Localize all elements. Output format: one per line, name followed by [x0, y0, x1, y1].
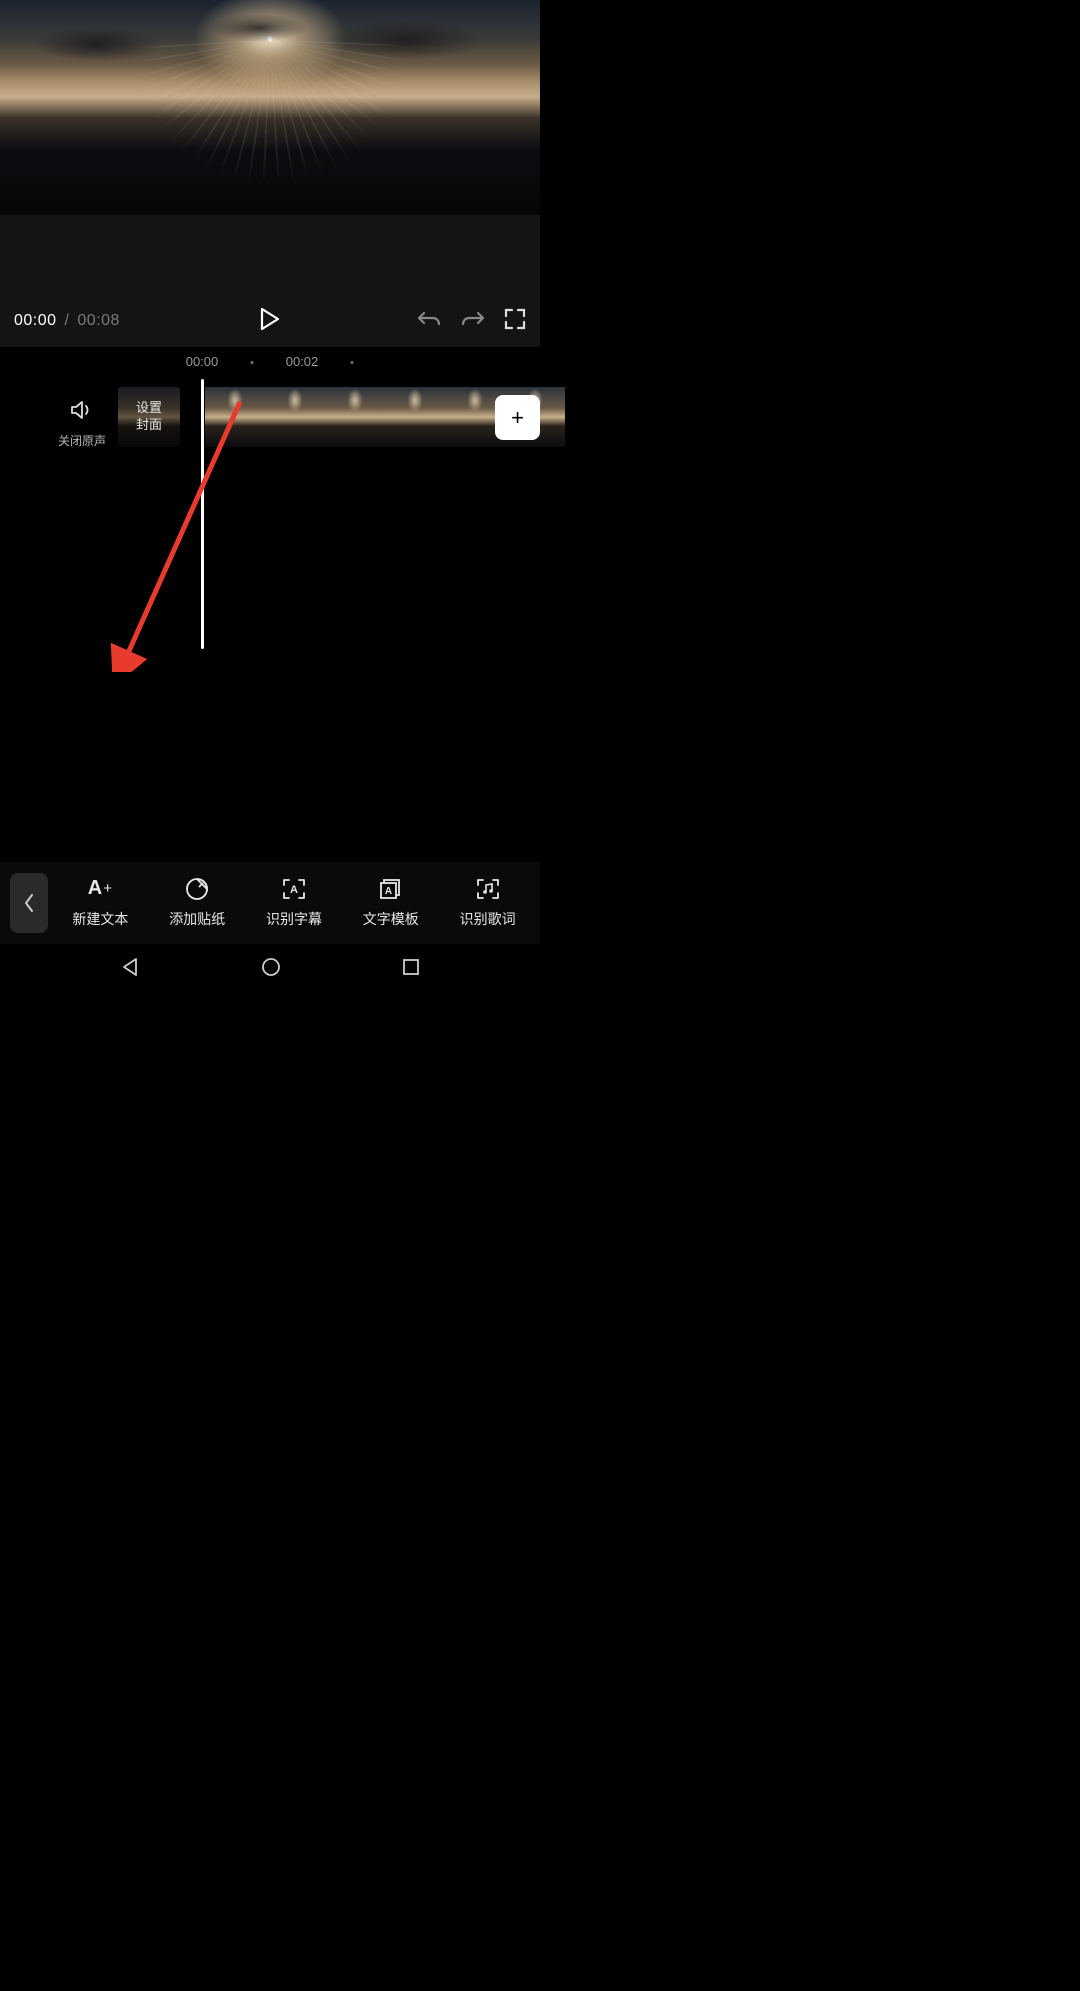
redo-icon [460, 309, 486, 329]
video-clip-track[interactable] [205, 387, 540, 447]
clip-frame [265, 387, 325, 447]
time-separator: / [65, 312, 70, 329]
recognize-lyrics-icon [475, 877, 501, 901]
chevron-left-icon [23, 893, 35, 913]
recognize-lyrics-button[interactable]: 识别歌词 [460, 877, 516, 929]
recognize-subtitle-button[interactable]: A 识别字幕 [266, 877, 322, 929]
add-clip-button[interactable]: + [495, 395, 540, 440]
video-preview[interactable] [0, 0, 540, 215]
current-time: 00:00 [14, 312, 57, 329]
timeline[interactable]: 00:00 00:02 关闭原声 设置 封面 + [0, 347, 540, 829]
timeline-ruler: 00:00 00:02 [0, 347, 540, 381]
triangle-back-icon [119, 956, 141, 978]
bottom-toolbar: A+ 新建文本 添加贴纸 A 识别字幕 A [0, 862, 540, 944]
system-nav-bar [0, 944, 540, 996]
fullscreen-button[interactable] [504, 308, 526, 335]
spacer [0, 215, 540, 295]
ruler-tick: 00:02 [286, 354, 319, 369]
tool-label: 识别歌词 [460, 909, 516, 929]
square-recents-icon [401, 957, 421, 977]
undo-icon [416, 309, 442, 329]
play-button[interactable] [259, 307, 281, 336]
playhead[interactable] [201, 379, 204, 649]
redo-button[interactable] [460, 309, 486, 334]
speaker-icon [69, 399, 95, 421]
undo-button[interactable] [416, 309, 442, 334]
add-sticker-button[interactable]: 添加贴纸 [169, 877, 225, 929]
svg-text:A: A [385, 886, 392, 897]
tool-label: 新建文本 [72, 909, 128, 929]
ruler-tick: 00:00 [186, 354, 219, 369]
fullscreen-icon [504, 308, 526, 330]
recognize-subtitle-icon: A [281, 877, 307, 901]
nav-recents-button[interactable] [401, 957, 421, 982]
tool-label: 文字模板 [363, 909, 419, 929]
time-display: 00:00 / 00:08 [14, 312, 120, 330]
text-template-button[interactable]: A 文字模板 [363, 877, 419, 929]
sticker-icon [185, 877, 209, 901]
transport-bar: 00:00 / 00:08 [0, 295, 540, 347]
clip-frame [205, 387, 265, 447]
clip-frame [325, 387, 385, 447]
nav-back-button[interactable] [119, 956, 141, 983]
tool-label: 识别字幕 [266, 909, 322, 929]
new-text-button[interactable]: A+ 新建文本 [72, 877, 128, 929]
ruler-dot [251, 361, 254, 364]
mute-original-audio-button[interactable]: 关闭原声 [58, 399, 106, 449]
cover-label-line2: 封面 [136, 417, 162, 434]
plus-icon: + [511, 405, 524, 431]
tool-label: 添加贴纸 [169, 909, 225, 929]
text-add-icon: A+ [88, 877, 113, 901]
duration: 00:08 [77, 312, 120, 329]
back-button[interactable] [10, 873, 48, 933]
mute-label: 关闭原声 [58, 432, 106, 449]
play-icon [259, 307, 281, 331]
cover-label-line1: 设置 [136, 400, 162, 417]
clip-frame [385, 387, 445, 447]
preview-sunrays [140, 40, 400, 180]
ruler-dot [351, 361, 354, 364]
text-template-icon: A [378, 877, 404, 901]
svg-text:A: A [290, 884, 298, 896]
nav-home-button[interactable] [260, 956, 282, 983]
circle-home-icon [260, 956, 282, 978]
set-cover-button[interactable]: 设置 封面 [118, 387, 180, 447]
